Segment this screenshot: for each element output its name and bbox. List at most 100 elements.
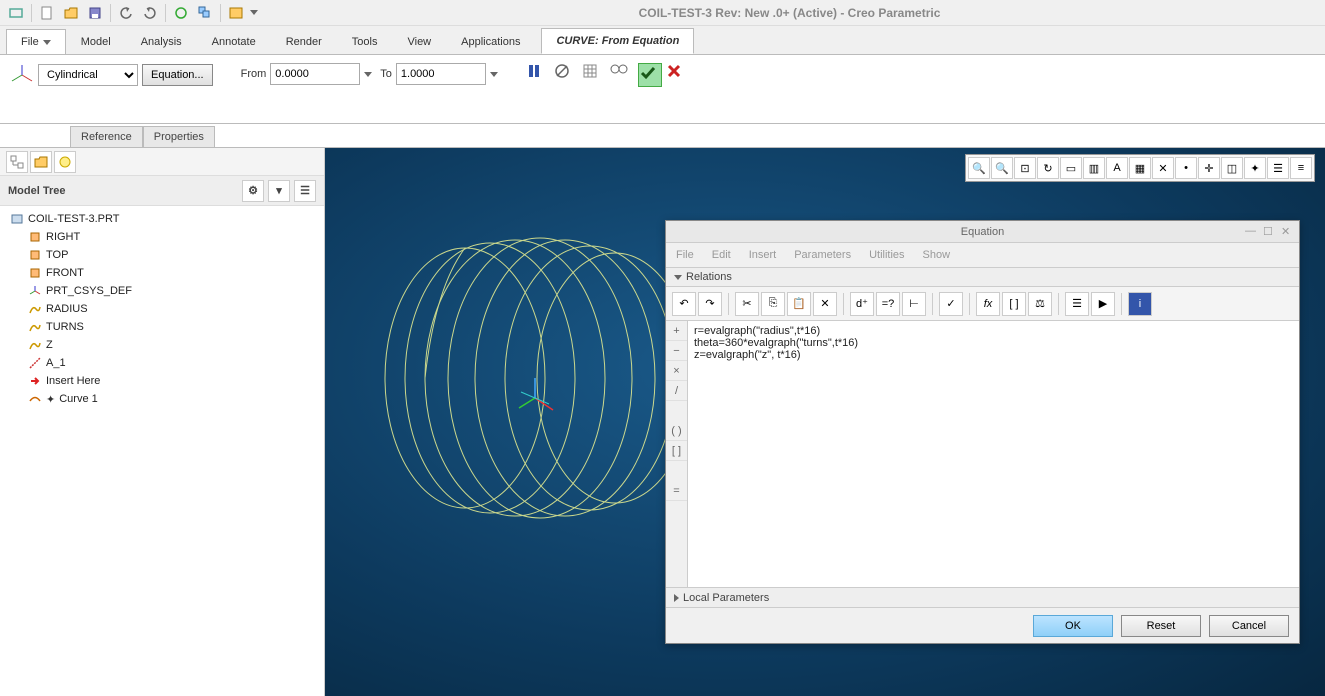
- menu-utilities[interactable]: Utilities: [869, 249, 904, 261]
- view-mgr-icon[interactable]: ☰: [1267, 157, 1289, 179]
- menu-file[interactable]: File: [676, 249, 694, 261]
- menu-edit[interactable]: Edit: [712, 249, 731, 261]
- menu-parameters[interactable]: Parameters: [794, 249, 851, 261]
- dlg-eq-icon[interactable]: =?: [876, 292, 900, 316]
- csys-type-select[interactable]: Cylindrical: [38, 64, 138, 86]
- tree-icon-2[interactable]: [30, 151, 52, 173]
- tree-root[interactable]: COIL-TEST-3.PRT: [6, 210, 318, 228]
- tab-model[interactable]: Model: [66, 29, 126, 54]
- tab-render[interactable]: Render: [271, 29, 337, 54]
- op-bracket[interactable]: [ ]: [666, 441, 687, 461]
- regenerate-icon[interactable]: [5, 2, 27, 24]
- tab-file[interactable]: File: [6, 29, 66, 54]
- op-minus[interactable]: −: [666, 341, 687, 361]
- spin-center-icon[interactable]: ✦: [1244, 157, 1266, 179]
- menu-show[interactable]: Show: [923, 249, 951, 261]
- tree-item-front[interactable]: FRONT: [6, 264, 318, 282]
- to-dropdown-icon[interactable]: [490, 72, 498, 77]
- dlg-sort-icon[interactable]: ☰: [1065, 292, 1089, 316]
- zoom-out-icon[interactable]: 🔍: [991, 157, 1013, 179]
- tree-item-top[interactable]: TOP: [6, 246, 318, 264]
- model-tree[interactable]: COIL-TEST-3.PRT RIGHT TOP FRONT PRT_CSYS…: [0, 206, 324, 696]
- dlg-delete-icon[interactable]: ✕: [813, 292, 837, 316]
- tab-annotate[interactable]: Annotate: [197, 29, 271, 54]
- from-dropdown-icon[interactable]: [364, 72, 372, 77]
- op-paren[interactable]: ( ): [666, 421, 687, 441]
- layers-icon[interactable]: ≡: [1290, 157, 1312, 179]
- tree-item-radius[interactable]: RADIUS: [6, 300, 318, 318]
- tree-item-right[interactable]: RIGHT: [6, 228, 318, 246]
- op-div[interactable]: /: [666, 381, 687, 401]
- relations-header[interactable]: Relations: [666, 267, 1299, 287]
- regenerate2-icon[interactable]: [170, 2, 192, 24]
- feature-preview-icon[interactable]: [582, 63, 606, 87]
- tab-view[interactable]: View: [392, 29, 446, 54]
- tree-item-z[interactable]: Z: [6, 336, 318, 354]
- dlg-cut-icon[interactable]: ✂: [735, 292, 759, 316]
- tree-list-icon[interactable]: ☰: [294, 180, 316, 202]
- dlg-fx-icon[interactable]: fx: [976, 292, 1000, 316]
- datum-display-icon[interactable]: ▦: [1129, 157, 1151, 179]
- zoom-fit-icon[interactable]: ⊡: [1014, 157, 1036, 179]
- tree-item-insert[interactable]: Insert Here: [6, 372, 318, 390]
- pause-icon[interactable]: [526, 63, 550, 87]
- redo-icon[interactable]: [139, 2, 161, 24]
- tab-curve-equation[interactable]: CURVE: From Equation: [541, 28, 694, 54]
- close-icon[interactable]: ✕: [1281, 225, 1295, 239]
- subtab-reference[interactable]: Reference: [70, 126, 143, 147]
- dlg-copy-icon[interactable]: ⎘: [761, 292, 785, 316]
- plane-display-icon[interactable]: ◫: [1221, 157, 1243, 179]
- op-plus[interactable]: +: [666, 321, 687, 341]
- from-input[interactable]: [270, 63, 360, 85]
- repaint-icon[interactable]: ↻: [1037, 157, 1059, 179]
- ok-button[interactable]: OK: [1033, 615, 1113, 637]
- glasses-icon[interactable]: [610, 63, 634, 87]
- point-display-icon[interactable]: •: [1175, 157, 1197, 179]
- tree-item-curve1[interactable]: ✦ Curve 1: [6, 390, 318, 408]
- dlg-exec-icon[interactable]: ▶: [1091, 292, 1115, 316]
- dlg-brackets-icon[interactable]: [ ]: [1002, 292, 1026, 316]
- cancel-button[interactable]: Cancel: [1209, 615, 1289, 637]
- tab-analysis[interactable]: Analysis: [126, 29, 197, 54]
- dlg-info-icon[interactable]: i: [1128, 292, 1152, 316]
- close-window-icon[interactable]: [225, 2, 247, 24]
- tree-item-turns[interactable]: TURNS: [6, 318, 318, 336]
- dlg-redo-icon[interactable]: ↷: [698, 292, 722, 316]
- tree-icon-1[interactable]: [6, 151, 28, 173]
- menu-insert[interactable]: Insert: [749, 249, 777, 261]
- open-icon[interactable]: [60, 2, 82, 24]
- no-preview-icon[interactable]: [554, 63, 578, 87]
- windows-icon[interactable]: [194, 2, 216, 24]
- equation-button[interactable]: Equation...: [142, 64, 213, 86]
- local-params-header[interactable]: Local Parameters: [666, 587, 1299, 607]
- qat-dropdown-icon[interactable]: [250, 10, 258, 15]
- equation-textarea[interactable]: r=evalgraph("radius",t*16) theta=360*eva…: [688, 321, 1299, 587]
- maximize-icon[interactable]: ☐: [1263, 225, 1277, 239]
- dlg-undo-icon[interactable]: ↶: [672, 292, 696, 316]
- dlg-verify-icon[interactable]: ✓: [939, 292, 963, 316]
- to-input[interactable]: [396, 63, 486, 85]
- save-icon[interactable]: [84, 2, 106, 24]
- dlg-measure-icon[interactable]: ⊢: [902, 292, 926, 316]
- display-style-icon[interactable]: ▭: [1060, 157, 1082, 179]
- op-mult[interactable]: ×: [666, 361, 687, 381]
- minimize-icon[interactable]: —: [1245, 225, 1259, 239]
- tree-item-csys[interactable]: PRT_CSYS_DEF: [6, 282, 318, 300]
- cancel-icon[interactable]: [666, 63, 690, 87]
- dlg-paste-icon[interactable]: 📋: [787, 292, 811, 316]
- zoom-in-icon[interactable]: 🔍: [968, 157, 990, 179]
- reset-button[interactable]: Reset: [1121, 615, 1201, 637]
- saved-views-icon[interactable]: ▥: [1083, 157, 1105, 179]
- dlg-unit-icon[interactable]: ⚖: [1028, 292, 1052, 316]
- dlg-dims-icon[interactable]: d⁺: [850, 292, 874, 316]
- csys-display-icon[interactable]: ✛: [1198, 157, 1220, 179]
- subtab-properties[interactable]: Properties: [143, 126, 215, 147]
- tab-applications[interactable]: Applications: [446, 29, 535, 54]
- tab-tools[interactable]: Tools: [337, 29, 393, 54]
- tree-item-a1[interactable]: A_1: [6, 354, 318, 372]
- tree-settings-icon[interactable]: ⚙: [242, 180, 264, 202]
- annotation-display-icon[interactable]: A: [1106, 157, 1128, 179]
- op-equals[interactable]: =: [666, 481, 687, 501]
- ok-icon[interactable]: [638, 63, 662, 87]
- axis-display-icon[interactable]: ✕: [1152, 157, 1174, 179]
